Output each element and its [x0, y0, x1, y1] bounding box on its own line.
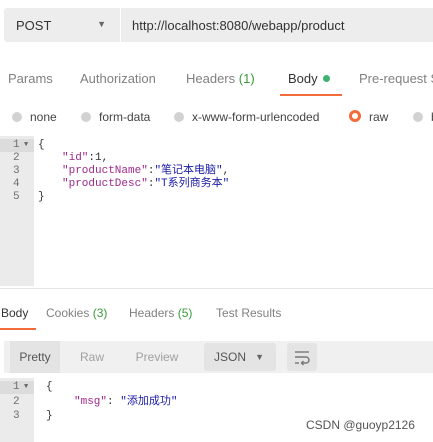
language-select[interactable]: JSON ▼ [204, 343, 276, 371]
line-number: 2 [13, 396, 20, 408]
code-line: { [38, 139, 45, 152]
pretty-button[interactable]: Pretty [10, 341, 60, 373]
tab-authorization[interactable]: Authorization [80, 71, 156, 86]
watermark: CSDN @guoyp2126 [306, 418, 415, 432]
json-key: "id" [62, 152, 89, 164]
raw-button[interactable]: Raw [70, 341, 114, 373]
line-number: 1 [13, 381, 20, 393]
brace: } [46, 410, 53, 422]
pane-divider[interactable] [0, 288, 433, 289]
active-response-tab-indicator [0, 328, 36, 330]
code-line: } [46, 410, 53, 423]
tab-body-label: Body [288, 71, 318, 86]
json-string: "T系列商务本" [154, 178, 230, 190]
brace: } [38, 191, 45, 203]
radio-selected-icon [349, 110, 361, 122]
code-line: } [38, 191, 45, 204]
tab-cookies-count: (3) [92, 306, 108, 320]
line-number: 2 [13, 152, 20, 164]
json-punct: : [107, 396, 121, 408]
radio-none-label: none [30, 110, 57, 124]
response-body-viewer[interactable]: 1 ▼ 2 3 { "msg": "添加成功" } [0, 378, 433, 442]
tab-body[interactable]: Body [288, 71, 330, 86]
raw-label: Raw [79, 350, 104, 364]
tab-params-label: Params [8, 71, 53, 86]
line-number: 3 [13, 165, 20, 177]
radio-circle-icon [81, 112, 91, 122]
tab-headers-label: Headers [186, 71, 236, 86]
radio-raw[interactable]: raw [349, 110, 388, 124]
wrap-lines-icon [295, 351, 310, 366]
url-input[interactable]: http://localhost:8080/webapp/product [121, 8, 433, 42]
tab-test-results-label: Test Results [216, 306, 282, 320]
preview-label: Preview [135, 350, 179, 364]
active-tab-indicator [280, 94, 342, 96]
url-text: http://localhost:8080/webapp/product [132, 18, 345, 33]
tab-pre-request-label: Pre-request S [359, 71, 433, 86]
radio-form-data[interactable]: form-data [81, 110, 150, 124]
radio-none[interactable]: none [12, 110, 57, 124]
line-number: 5 [13, 191, 20, 203]
json-string: "添加成功" [120, 396, 178, 408]
wrap-lines-button[interactable] [287, 343, 317, 371]
tab-response-body[interactable]: Body [1, 306, 28, 320]
code-line: "id":1, [62, 152, 108, 165]
line-number: 1 [13, 139, 20, 151]
radio-binary[interactable]: b [413, 110, 433, 124]
tab-response-headers-label: Headers [129, 306, 175, 320]
fold-arrow-icon[interactable]: ▼ [24, 381, 28, 394]
radio-circle-icon [413, 112, 423, 122]
chevron-down-icon: ▼ [255, 352, 264, 362]
json-punct: , [222, 165, 230, 177]
body-modified-dot-icon [322, 75, 330, 82]
code-line: "msg": "添加成功" [74, 396, 177, 409]
radio-raw-label: raw [369, 110, 389, 124]
json-punct: :1, [88, 152, 109, 164]
request-body-editor[interactable]: 1 ▼ 2 3 4 5 { "id":1, "productName":"笔记本… [0, 136, 433, 286]
tab-test-results[interactable]: Test Results [216, 306, 281, 320]
json-key: "msg" [74, 396, 108, 408]
tab-params[interactable]: Params [8, 71, 53, 86]
tab-pre-request-script[interactable]: Pre-request S [359, 71, 433, 86]
tab-response-body-label: Body [1, 306, 29, 320]
radio-urlencoded-label: x-www-form-urlencoded [192, 110, 320, 124]
radio-urlencoded[interactable]: x-www-form-urlencoded [174, 110, 319, 124]
radio-circle-icon [174, 112, 184, 122]
code-line: "productName":"笔记本电脑", [62, 165, 229, 178]
line-number: 3 [13, 410, 20, 422]
tab-response-headers[interactable]: Headers (5) [129, 306, 192, 320]
fold-arrow-icon[interactable]: ▼ [24, 139, 28, 152]
json-key: "productDesc" [62, 178, 148, 190]
radio-form-data-label: form-data [99, 110, 151, 124]
pretty-label: Pretty [19, 350, 51, 364]
tab-cookies-label: Cookies [46, 306, 90, 320]
line-number: 4 [13, 178, 20, 190]
code-line: "productDesc":"T系列商务本" [62, 178, 229, 191]
method-select[interactable]: POST ▼ [4, 8, 120, 42]
json-key: "productName" [62, 165, 148, 177]
tab-authorization-label: Authorization [80, 71, 156, 86]
preview-button[interactable]: Preview [126, 341, 188, 373]
radio-circle-icon [12, 112, 22, 122]
tab-headers[interactable]: Headers (1) [186, 71, 255, 86]
tab-response-headers-count: (5) [177, 306, 193, 320]
method-label: POST [16, 18, 52, 33]
tab-cookies[interactable]: Cookies (3) [46, 306, 107, 320]
tab-headers-count: (1) [238, 71, 255, 86]
json-string: "笔记本电脑" [154, 165, 223, 177]
brace: { [38, 139, 45, 151]
code-line: { [46, 381, 53, 394]
chevron-down-icon: ▼ [97, 19, 106, 29]
brace: { [46, 381, 53, 393]
language-label: JSON [214, 350, 247, 364]
